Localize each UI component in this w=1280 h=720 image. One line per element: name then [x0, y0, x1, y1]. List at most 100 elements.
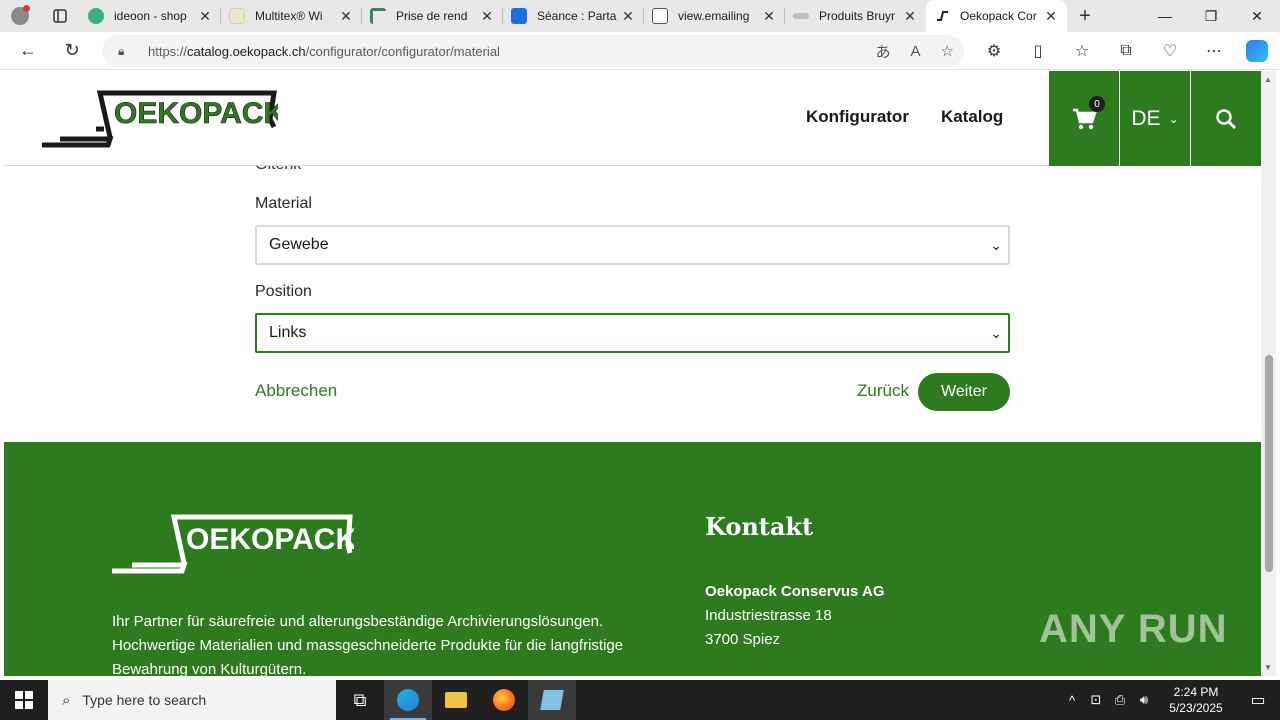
page-viewport: OEKOPACK Konfigurator Katalog 0 DE ⌄ Git…	[4, 71, 1261, 676]
anyrun-watermark: ANY RUN	[1039, 607, 1228, 652]
refresh-icon[interactable]: ↻	[50, 32, 94, 70]
more-options-icon[interactable]: ⋯	[1192, 32, 1236, 70]
cancel-link[interactable]: Abbrechen	[255, 381, 337, 401]
translate-icon[interactable]: あ	[876, 41, 891, 62]
browser-tab[interactable]: Séance : Parta ✕	[503, 0, 644, 32]
back-link[interactable]: Zurück	[857, 381, 909, 401]
tab-close-icon[interactable]: ✕	[1043, 8, 1059, 25]
city-address: 3700 Spiez	[705, 631, 781, 648]
oekopack-footer-logo[interactable]: OEKOPACK	[110, 513, 354, 575]
extensions-icon[interactable]: ⚙	[972, 32, 1016, 70]
favorites-icon[interactable]: ☆	[1060, 32, 1104, 70]
file-explorer-icon[interactable]	[432, 680, 480, 720]
meet-now-icon[interactable]: ⊡	[1084, 692, 1108, 708]
tab-favicon-icon	[511, 8, 527, 24]
windows-start-icon[interactable]	[0, 680, 48, 720]
tab-title: Prise de rend	[396, 9, 468, 23]
browser-tab-bar: ideoon - shop ✕ Multitex® Wi ✕ Prise de …	[0, 0, 1280, 32]
tab-close-icon[interactable]: ✕	[197, 8, 213, 25]
tab-close-icon[interactable]: ✕	[338, 8, 354, 25]
tab-favicon-icon	[229, 8, 245, 24]
clock-time: 2:24 PM	[1173, 685, 1219, 699]
browser-tab[interactable]: Multitex® Wi ✕	[221, 0, 362, 32]
address-bar[interactable]: 🔒︎ https://catalog.oekopack.ch/configura…	[102, 35, 964, 67]
restore-icon[interactable]: ❐	[1188, 0, 1234, 32]
watermark-text: ANY RUN	[1039, 607, 1228, 651]
profile-notification-dot	[23, 5, 30, 12]
company-name: Oekopack Conservus AG	[705, 583, 885, 600]
tab-close-icon[interactable]: ✕	[620, 8, 636, 25]
main-nav: Konfigurator Katalog	[806, 107, 1003, 127]
clock-date: 5/23/2025	[1169, 701, 1223, 715]
oekopack-logo[interactable]: OEKOPACK	[38, 89, 278, 149]
tab-actions-menu-icon[interactable]	[40, 0, 80, 32]
tab-title: Multitex® Wi	[255, 9, 323, 23]
back-icon[interactable]: ←	[6, 32, 50, 70]
profile-button[interactable]	[0, 0, 40, 32]
material-select-value: Gewebe	[269, 236, 329, 253]
scrollbar-thumb[interactable]	[1265, 355, 1273, 572]
nav-katalog[interactable]: Katalog	[941, 107, 1003, 127]
close-window-icon[interactable]: ✕	[1234, 0, 1280, 32]
contact-block: Oekopack Conservus AG Industriestrasse 1…	[705, 580, 885, 652]
material-label: Material	[255, 195, 312, 212]
browser-toolbar: ← ↻ 🔒︎ https://catalog.oekopack.ch/confi…	[0, 32, 1280, 70]
scroll-up-icon[interactable]: ▲	[1264, 75, 1272, 84]
minimize-icon[interactable]: —	[1142, 0, 1188, 32]
cart-button[interactable]: 0	[1049, 71, 1119, 166]
tab-favicon-icon	[88, 8, 104, 24]
taskbar-search-input[interactable]: ⌕ Type here to search	[48, 680, 336, 720]
url-path: /configurator/configurator/material	[305, 43, 500, 59]
tab-favicon-icon	[793, 13, 809, 19]
browser-tab-active[interactable]: Oekopack Cor ✕	[926, 0, 1067, 32]
volume-icon[interactable]: 🔊︎	[1132, 692, 1156, 708]
task-view-icon[interactable]: ⧉	[336, 680, 384, 720]
url-prefix: https://	[148, 43, 188, 59]
network-icon[interactable]: ⎙	[1108, 692, 1132, 708]
url-host: catalog.oekopack.ch	[187, 43, 306, 59]
address-bar-icons: あ A ☆	[876, 35, 954, 67]
contact-heading: Kontakt	[705, 512, 814, 541]
tab-close-icon[interactable]: ✕	[479, 8, 495, 25]
firefox-icon[interactable]	[480, 680, 528, 720]
notepad-app-icon[interactable]	[528, 680, 576, 720]
site-search-button[interactable]	[1191, 71, 1261, 166]
browser-essentials-icon[interactable]: ♡	[1148, 32, 1192, 70]
split-screen-icon[interactable]: ▯	[1016, 32, 1060, 70]
site-footer: OEKOPACK Ihr Partner für säurefreie und …	[4, 442, 1261, 676]
position-select-value: Links	[269, 324, 307, 341]
chevron-down-icon: ⌄	[990, 237, 1002, 253]
browser-toolbar-icons: ⚙ ▯ ☆ ⧉ ♡ ⋯	[972, 32, 1268, 70]
copilot-icon[interactable]	[1246, 40, 1268, 62]
chevron-down-icon: ⌄	[990, 325, 1002, 341]
taskbar-clock[interactable]: 2:24 PM 5/23/2025	[1156, 684, 1236, 716]
material-select[interactable]: Gewebe ⌄	[255, 225, 1010, 265]
browser-tab[interactable]: view.emailing ✕	[644, 0, 785, 32]
browser-tab[interactable]: ideoon - shop ✕	[80, 0, 221, 32]
notifications-icon[interactable]: ▭	[1236, 690, 1280, 710]
browser-tab[interactable]: Prise de rend ✕	[362, 0, 503, 32]
scroll-down-icon[interactable]: ▼	[1264, 663, 1272, 672]
tab-favicon-icon	[934, 8, 950, 24]
collections-icon[interactable]: ⧉	[1104, 32, 1148, 70]
tab-close-icon[interactable]: ✕	[902, 8, 918, 25]
next-button[interactable]: Weiter	[918, 373, 1010, 411]
browser-tab[interactable]: Produits Bruyr ✕	[785, 0, 926, 32]
street-address: Industriestrasse 18	[705, 607, 832, 624]
favorite-star-icon[interactable]: ☆	[941, 42, 954, 60]
window-controls: — ❐ ✕	[1142, 0, 1280, 32]
search-icon: ⌕	[62, 691, 71, 709]
position-select[interactable]: Links ⌄	[255, 313, 1010, 353]
read-aloud-icon[interactable]: A	[911, 43, 921, 60]
nav-konfigurator[interactable]: Konfigurator	[806, 107, 909, 127]
site-header: OEKOPACK Konfigurator Katalog 0 DE ⌄	[4, 71, 1261, 166]
edge-taskbar-icon[interactable]	[384, 680, 432, 720]
language-selector[interactable]: DE ⌄	[1120, 71, 1190, 166]
system-tray: ^ ⊡ ⎙ 🔊︎ 2:24 PM 5/23/2025 ▭	[1060, 680, 1280, 720]
tab-favicon-icon	[370, 8, 386, 24]
new-tab-icon[interactable]: +	[1067, 0, 1103, 32]
tab-close-icon[interactable]: ✕	[761, 8, 777, 25]
tray-chevron-icon[interactable]: ^	[1060, 693, 1084, 708]
cart-count-badge: 0	[1089, 96, 1105, 112]
page-scrollbar[interactable]: ▲ ▼	[1261, 71, 1276, 676]
